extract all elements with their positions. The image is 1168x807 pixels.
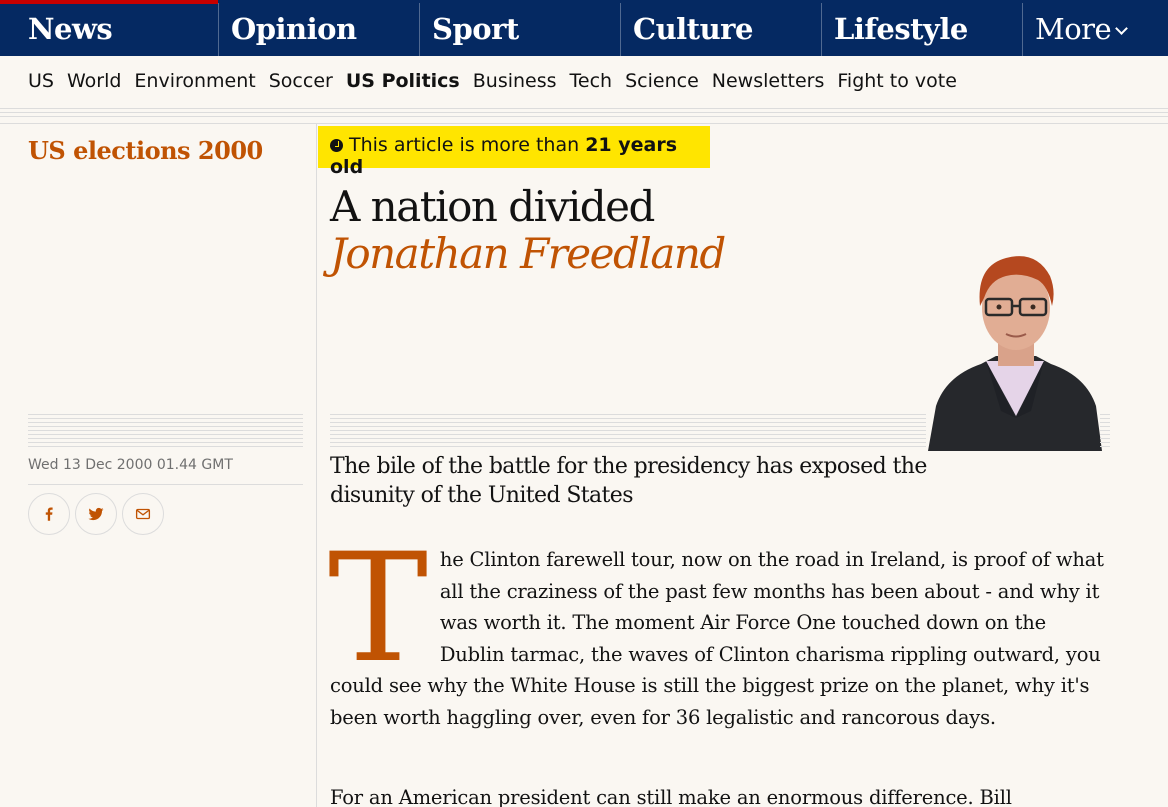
nav-pillar-lifestyle[interactable]: Lifestyle <box>821 3 1023 56</box>
share-twitter-button[interactable] <box>75 493 117 535</box>
email-icon <box>135 508 151 520</box>
nav-pillar-sport[interactable]: Sport <box>419 3 621 56</box>
twitter-icon <box>88 507 104 521</box>
left-column-divider <box>316 124 317 807</box>
article-paragraph: he Clinton farewell tour, now on the roa… <box>330 548 1104 729</box>
nav-more-label: More <box>1035 12 1112 46</box>
article-age-warning: This article is more than 21 years old <box>318 126 710 178</box>
age-warning-prefix: This article is more than <box>349 134 586 156</box>
author-portrait <box>928 256 1102 451</box>
subnav-item-business[interactable]: Business <box>473 70 557 100</box>
nav-pillar-label: Sport <box>432 12 519 46</box>
headline-divider-lines <box>1100 414 1110 450</box>
subnav-divider <box>0 116 1168 117</box>
active-pillar-indicator <box>0 0 218 4</box>
subnav-divider <box>0 112 1168 113</box>
subnav-item-soccer[interactable]: Soccer <box>269 70 333 100</box>
headline-divider-lines <box>330 414 926 450</box>
article-body: T he Clinton farewell tour, now on the r… <box>328 522 1110 733</box>
subnav-item-us-politics[interactable]: US Politics <box>346 70 460 100</box>
nav-pillar-label: News <box>28 12 113 46</box>
subnav: US World Environment Soccer US Politics … <box>28 70 970 100</box>
article-headline: A nation divided <box>330 182 655 231</box>
subnav-item-fight-to-vote[interactable]: Fight to vote <box>837 70 957 100</box>
share-facebook-button[interactable] <box>28 493 70 535</box>
subnav-item-us[interactable]: US <box>28 70 54 100</box>
nav-pillar-label: Lifestyle <box>834 12 968 46</box>
series-label[interactable]: US elections 2000 <box>28 136 263 165</box>
subnav-item-world[interactable]: World <box>67 70 121 100</box>
article-byline[interactable]: Jonathan Freedland <box>330 229 726 278</box>
clock-icon <box>330 139 343 152</box>
subnav-item-environment[interactable]: Environment <box>134 70 255 100</box>
meta-divider-lines <box>28 414 303 450</box>
nav-pillar-news[interactable]: News <box>0 0 218 56</box>
nav-pillar-opinion[interactable]: Opinion <box>218 3 420 56</box>
pillar-nav: News Opinion Sport Culture Lifestyle Mor… <box>0 0 1168 56</box>
nav-more-button[interactable]: More <box>1022 3 1168 56</box>
subnav-divider <box>0 123 1168 124</box>
nav-pillar-culture[interactable]: Culture <box>620 3 822 56</box>
article-standfirst: The bile of the battle for the presidenc… <box>330 454 927 508</box>
dateline: Wed 13 Dec 2000 01.44 GMT <box>28 457 233 473</box>
chevron-down-icon <box>1115 22 1129 35</box>
subnav-item-science[interactable]: Science <box>625 70 699 100</box>
drop-cap: T <box>328 522 428 696</box>
subnav-divider <box>0 108 1168 109</box>
dateline-divider <box>28 484 303 485</box>
subnav-item-tech[interactable]: Tech <box>570 70 613 100</box>
article-paragraph: For an American president can still make… <box>330 786 1012 807</box>
facebook-icon <box>45 507 53 521</box>
nav-pillar-label: Opinion <box>231 12 357 46</box>
subnav-item-newsletters[interactable]: Newsletters <box>712 70 825 100</box>
share-email-button[interactable] <box>122 493 164 535</box>
nav-pillar-label: Culture <box>633 12 753 46</box>
